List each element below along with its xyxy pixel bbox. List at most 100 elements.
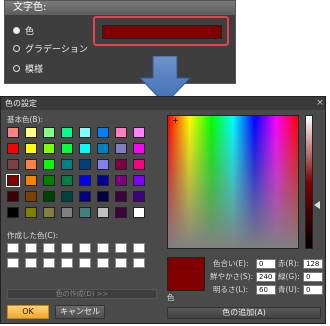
basic-color-swatch[interactable] <box>79 207 91 218</box>
basic-color-swatch[interactable] <box>7 143 19 154</box>
custom-color-swatch[interactable] <box>61 243 73 253</box>
basic-color-swatch[interactable] <box>79 175 91 186</box>
radio-icon[interactable] <box>13 45 20 52</box>
basic-color-swatch[interactable] <box>25 159 37 170</box>
basic-color-swatch[interactable] <box>115 207 127 218</box>
text-color-panel: 文字色: 色 グラデーション 模様 <box>4 0 236 84</box>
basic-color-swatch[interactable] <box>133 159 145 170</box>
custom-color-swatch[interactable] <box>61 258 73 268</box>
custom-color-swatch[interactable] <box>79 243 91 253</box>
define-custom-colors-button[interactable]: 色の作成(D) >> <box>7 289 157 299</box>
basic-colors-label: 基本色(B): <box>7 115 44 124</box>
basic-color-swatch[interactable] <box>7 159 19 170</box>
radio-icon[interactable] <box>13 65 20 72</box>
custom-color-swatch[interactable] <box>43 258 55 268</box>
custom-color-swatch[interactable] <box>115 243 127 253</box>
basic-color-swatch[interactable] <box>25 175 37 186</box>
option-label: 模様 <box>25 65 44 75</box>
option-gradient[interactable]: グラデーション <box>13 43 163 57</box>
custom-color-swatch[interactable] <box>7 258 19 268</box>
crosshair-icon[interactable]: + <box>172 117 179 125</box>
basic-color-swatch[interactable] <box>97 127 109 138</box>
basic-color-swatch[interactable] <box>115 143 127 154</box>
basic-color-swatch[interactable] <box>115 127 127 138</box>
basic-color-swatch[interactable] <box>79 127 91 138</box>
blue-label: 青(U): <box>278 285 300 294</box>
basic-color-swatch[interactable] <box>61 207 73 218</box>
slider-arrow-icon[interactable] <box>314 201 320 209</box>
color-preview <box>167 257 205 291</box>
custom-color-swatch[interactable] <box>7 243 19 253</box>
basic-color-swatch[interactable] <box>79 159 91 170</box>
basic-color-swatch[interactable] <box>43 143 55 154</box>
luminosity-label: 明るさ(L): <box>213 285 249 294</box>
green-label: 緑(G): <box>278 272 300 281</box>
basic-color-swatch[interactable] <box>25 207 37 218</box>
basic-color-swatch[interactable] <box>133 207 145 218</box>
blue-input[interactable]: 0 <box>303 285 323 295</box>
basic-color-swatch[interactable] <box>115 175 127 186</box>
custom-color-swatch[interactable] <box>97 243 109 253</box>
basic-color-swatch[interactable] <box>43 191 55 202</box>
basic-color-swatch[interactable] <box>115 191 127 202</box>
dialog-title: 色の設定 <box>1 97 325 110</box>
custom-color-swatch[interactable] <box>25 243 37 253</box>
luminosity-slider[interactable] <box>305 115 313 249</box>
basic-color-swatch[interactable] <box>43 159 55 170</box>
option-color[interactable]: 色 <box>13 25 163 39</box>
basic-color-swatch[interactable] <box>133 175 145 186</box>
basic-color-swatch[interactable] <box>61 191 73 202</box>
basic-color-swatch[interactable] <box>25 143 37 154</box>
ok-button[interactable]: OK <box>7 305 49 319</box>
preview-label: 色 <box>167 293 175 302</box>
add-to-custom-colors-button[interactable]: 色の追加(A) <box>167 307 321 319</box>
custom-colors-grid <box>7 243 157 275</box>
basic-color-swatch[interactable] <box>7 191 19 202</box>
custom-colors-label: 作成した色(C): <box>7 231 59 240</box>
custom-color-swatch[interactable] <box>133 243 145 253</box>
luminosity-input[interactable]: 60 <box>256 285 276 295</box>
option-label: グラデーション <box>25 45 88 55</box>
basic-color-swatch[interactable] <box>97 143 109 154</box>
basic-color-swatch[interactable] <box>7 207 19 218</box>
custom-color-swatch[interactable] <box>97 258 109 268</box>
custom-color-swatch[interactable] <box>25 258 37 268</box>
red-input[interactable]: 128 <box>303 259 323 269</box>
basic-color-swatch[interactable] <box>133 191 145 202</box>
basic-color-swatch[interactable] <box>61 143 73 154</box>
custom-color-swatch[interactable] <box>133 258 145 268</box>
basic-color-swatch[interactable] <box>6 174 20 187</box>
basic-color-swatch[interactable] <box>61 159 73 170</box>
basic-color-swatch[interactable] <box>43 127 55 138</box>
basic-color-swatch[interactable] <box>97 175 109 186</box>
custom-color-swatch[interactable] <box>43 243 55 253</box>
basic-color-swatch[interactable] <box>79 143 91 154</box>
basic-color-swatch[interactable] <box>61 127 73 138</box>
basic-color-swatch[interactable] <box>97 191 109 202</box>
basic-color-swatch[interactable] <box>97 207 109 218</box>
basic-color-swatch[interactable] <box>43 207 55 218</box>
basic-color-swatch[interactable] <box>25 127 37 138</box>
color-spectrum[interactable] <box>167 115 299 249</box>
radio-selected-icon[interactable] <box>13 27 20 34</box>
basic-color-swatch[interactable] <box>25 191 37 202</box>
cancel-button[interactable]: キャンセル <box>55 305 105 319</box>
basic-color-swatch[interactable] <box>115 159 127 170</box>
basic-color-swatch[interactable] <box>61 175 73 186</box>
basic-color-swatch[interactable] <box>79 191 91 202</box>
basic-color-swatch[interactable] <box>133 143 145 154</box>
red-label: 赤(R): <box>278 259 300 268</box>
hue-label: 色合い(E): <box>213 259 249 268</box>
panel-header: 文字色: <box>5 1 235 15</box>
green-input[interactable]: 0 <box>303 272 323 282</box>
close-button[interactable]: × <box>315 97 325 109</box>
hue-input[interactable]: 0 <box>256 259 276 269</box>
custom-color-swatch[interactable] <box>79 258 91 268</box>
basic-color-swatch[interactable] <box>97 159 109 170</box>
color-dialog: 色の設定 × 基本色(B): 作成した色(C): 色の作成(D) >> OK キ… <box>0 96 326 324</box>
basic-color-swatch[interactable] <box>7 127 19 138</box>
custom-color-swatch[interactable] <box>115 258 127 268</box>
saturation-input[interactable]: 240 <box>256 272 276 282</box>
basic-color-swatch[interactable] <box>43 175 55 186</box>
basic-color-swatch[interactable] <box>133 127 145 138</box>
